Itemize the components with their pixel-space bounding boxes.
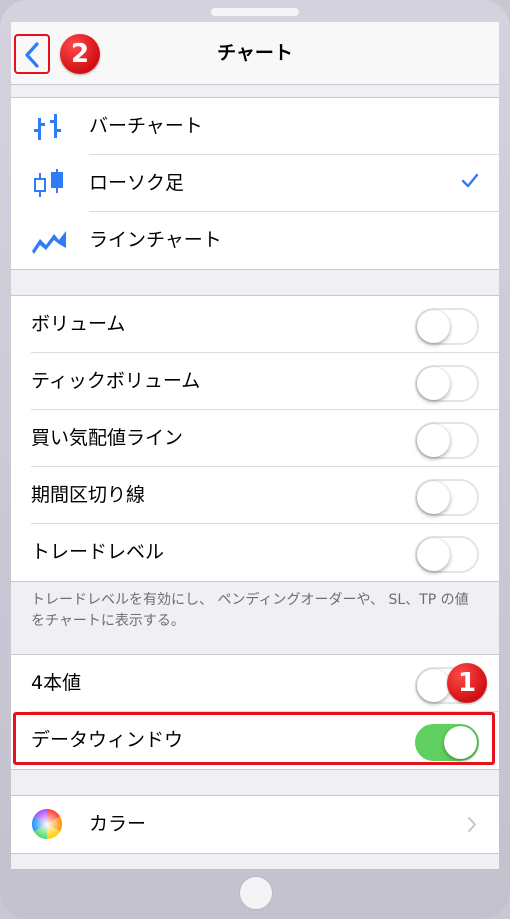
volume-toggle[interactable] bbox=[415, 308, 479, 345]
option-label: 買い気配値ライン bbox=[31, 427, 184, 449]
home-button[interactable] bbox=[239, 876, 273, 910]
option-label: トレードレベル bbox=[31, 541, 165, 563]
chart-type-row-line[interactable]: ラインチャート bbox=[11, 212, 499, 269]
toggle-knob bbox=[417, 538, 450, 571]
option-row-trade-levels: トレードレベル bbox=[11, 524, 499, 581]
chart-type-group: バーチャート ローソク足 ラインチャート bbox=[11, 97, 499, 270]
nav-bar: チャート 2 bbox=[11, 22, 499, 85]
toggle-knob bbox=[417, 367, 450, 400]
tick-volume-toggle[interactable] bbox=[415, 365, 479, 402]
phone-frame: チャート 2 バーチャート ローソク足 ラインチャート ボリューム ティックボリ… bbox=[0, 0, 510, 919]
candlestick-icon bbox=[34, 169, 63, 197]
trade-levels-footnote: トレードレベルを有効にし、 ペンディングオーダーや、 SL、TP の値をチャート… bbox=[31, 592, 469, 629]
chart-type-label: ラインチャート bbox=[89, 229, 222, 251]
trade-levels-toggle[interactable] bbox=[415, 536, 479, 573]
color-wheel-icon bbox=[31, 809, 63, 839]
option-row-ohlc: 4本値 bbox=[11, 655, 499, 712]
step-badge-1: 1 bbox=[447, 663, 487, 703]
phone-speaker bbox=[211, 8, 299, 16]
option-row-volume: ボリューム bbox=[11, 296, 499, 353]
toggle-knob bbox=[417, 669, 450, 702]
chart-type-row-candlestick[interactable]: ローソク足 bbox=[11, 155, 499, 212]
display-options-group: ボリューム ティックボリューム 買い気配値ライン 期間区切り線 トレードレベル bbox=[11, 295, 499, 582]
line-chart-icon bbox=[32, 231, 66, 254]
bar-chart-icon bbox=[34, 114, 61, 140]
option-label: 期間区切り線 bbox=[31, 484, 146, 506]
option-row-tick-volume: ティックボリューム bbox=[11, 353, 499, 410]
chevron-left-icon bbox=[25, 42, 39, 68]
chart-type-row-bar[interactable]: バーチャート bbox=[11, 98, 499, 155]
option-label: ティックボリューム bbox=[31, 370, 201, 392]
toggle-knob bbox=[417, 310, 450, 343]
toggle-knob bbox=[417, 481, 450, 514]
color-label: カラー bbox=[89, 813, 147, 835]
option-label: 4本値 bbox=[31, 672, 82, 694]
ask-line-toggle[interactable] bbox=[415, 422, 479, 459]
option-row-period-separators: 期間区切り線 bbox=[11, 467, 499, 524]
highlight-box bbox=[13, 712, 495, 765]
chart-type-label: ローソク足 bbox=[89, 172, 185, 194]
option-row-ask-line: 買い気配値ライン bbox=[11, 410, 499, 467]
checkmark-icon bbox=[461, 173, 479, 188]
period-separators-toggle[interactable] bbox=[415, 479, 479, 516]
back-button[interactable] bbox=[14, 34, 50, 74]
option-label: ボリューム bbox=[31, 313, 126, 335]
chevron-right-icon bbox=[468, 817, 476, 832]
color-group: カラー bbox=[11, 795, 499, 854]
color-row[interactable]: カラー bbox=[11, 796, 499, 853]
step-badge-2: 2 bbox=[60, 34, 100, 74]
screen: チャート 2 バーチャート ローソク足 ラインチャート ボリューム ティックボリ… bbox=[11, 22, 499, 869]
toggle-knob bbox=[417, 424, 450, 457]
chart-type-label: バーチャート bbox=[89, 115, 203, 137]
